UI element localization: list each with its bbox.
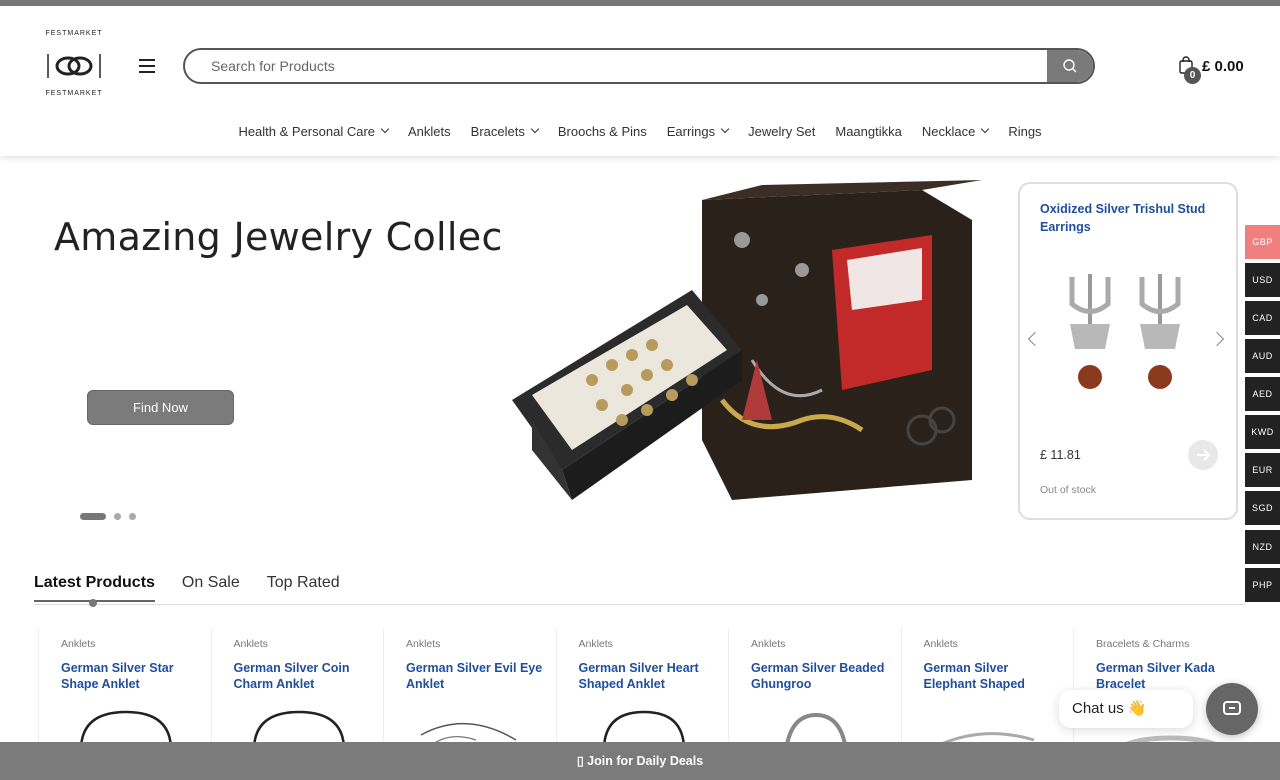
nav-label: Broochs & Pins	[557, 123, 647, 139]
search-input[interactable]	[185, 50, 1047, 82]
envelope-icon: ▯	[576, 754, 588, 768]
cart-count-badge: 0	[1184, 67, 1201, 84]
nav-label: Necklace	[921, 123, 976, 139]
nav-label: Rings	[1008, 123, 1042, 139]
menu-icon[interactable]	[139, 59, 157, 73]
logo-bottom-text: FESTMARKET	[45, 90, 103, 97]
nav-item-jewelry-set[interactable]: Jewelry Set	[738, 120, 825, 142]
product-name[interactable]: German Silver Star Shape Anklet	[61, 660, 201, 692]
currency-aed[interactable]: AED	[1245, 377, 1280, 411]
currency-gbp[interactable]: GBP	[1245, 225, 1280, 259]
nav-item-bracelets[interactable]: Bracelets	[461, 120, 548, 142]
nav-label: Anklets	[408, 123, 451, 139]
featured-product-card: Oxidized Silver Trishul Stud Earrings £ …	[1018, 182, 1238, 520]
tab-top-rated[interactable]: Top Rated	[267, 574, 340, 602]
chat-icon	[1223, 701, 1241, 715]
hero-title: Amazing Jewelry Collection	[54, 215, 577, 259]
product-category: Anklets	[578, 638, 613, 650]
search-icon	[1063, 59, 1077, 73]
chevron-left-icon[interactable]	[1027, 331, 1043, 347]
nav-item-rings[interactable]: Rings	[998, 120, 1051, 142]
cart-button[interactable]: 0 £ 0.00	[1178, 56, 1244, 84]
slider-dot-3[interactable]	[129, 513, 136, 520]
trishul-earrings-image	[1069, 274, 1181, 389]
find-now-button[interactable]: Find Now	[87, 390, 234, 425]
site-header: FESTMARKET FESTMARKET 0 £ 0.00	[0, 6, 1280, 156]
active-tab-marker	[89, 599, 97, 607]
currency-kwd[interactable]: KWD	[1245, 415, 1280, 449]
product-category: Bracelets & Charms	[1096, 638, 1190, 650]
shopping-bag-icon: 0	[1178, 56, 1201, 84]
product-name[interactable]: German Silver Beaded Ghungroo	[751, 660, 891, 692]
tab-latest-products[interactable]: Latest Products	[34, 574, 155, 602]
nav-item-necklace[interactable]: Necklace	[912, 120, 998, 142]
product-name[interactable]: German Silver Heart Shaped Anklet	[579, 660, 719, 692]
slider-dots	[80, 513, 136, 520]
chevron-down-icon	[981, 124, 990, 134]
nav-item-anklets[interactable]: Anklets	[398, 120, 461, 142]
product-category: Anklets	[406, 638, 441, 650]
product-category: Anklets	[923, 638, 958, 650]
currency-eur[interactable]: EUR	[1245, 453, 1280, 487]
slider-dot-1[interactable]	[80, 513, 106, 520]
chevron-down-icon	[380, 124, 390, 134]
hero-jewelry-box-image	[502, 180, 988, 530]
currency-sgd[interactable]: SGD	[1245, 491, 1280, 525]
search-bar	[183, 48, 1095, 84]
currency-cad[interactable]: CAD	[1245, 301, 1280, 335]
chat-bubble[interactable]: Chat us 👋	[1059, 690, 1193, 728]
currency-nzd[interactable]: NZD	[1245, 530, 1280, 564]
nav-label: Earrings	[666, 123, 716, 139]
chat-button[interactable]	[1206, 683, 1258, 735]
daily-deals-label: Join for Daily Deals	[587, 754, 704, 768]
logo-top-text: FESTMARKET	[45, 30, 103, 37]
featured-product-price: £ 11.81	[1040, 448, 1081, 462]
nav-label: Bracelets	[470, 123, 525, 139]
product-category: Anklets	[61, 638, 96, 650]
product-category: Anklets	[233, 638, 268, 650]
nav-label: Maangtikka	[835, 123, 902, 139]
nav-item-maangtikka[interactable]: Maangtikka	[825, 120, 911, 142]
product-name[interactable]: German Silver Elephant Shaped	[924, 660, 1064, 692]
chevron-down-icon	[530, 124, 540, 134]
product-name[interactable]: German Silver Kada Bracelet	[1096, 660, 1236, 692]
nav-label: Health & Personal Care	[238, 123, 376, 139]
slider-dot-2[interactable]	[114, 513, 121, 520]
nav-item-brooches-pins[interactable]: Broochs & Pins	[548, 120, 657, 142]
currency-php[interactable]: PHP	[1245, 568, 1280, 602]
currency-aud[interactable]: AUD	[1245, 339, 1280, 373]
product-category: Anklets	[751, 638, 786, 650]
tabs-divider	[34, 604, 1245, 605]
nav-label: Jewelry Set	[748, 123, 816, 139]
cart-total: £ 0.00	[1202, 57, 1244, 75]
chevron-down-icon	[720, 124, 730, 134]
product-tabs: Latest Products On Sale Top Rated	[34, 574, 367, 602]
search-button[interactable]	[1047, 50, 1093, 82]
nav-item-health-personal-care[interactable]: Health & Personal Care	[228, 120, 398, 142]
main-nav: Health & Personal Care Anklets Bracelets…	[0, 120, 1280, 142]
featured-product-stock: Out of stock	[1040, 484, 1097, 496]
featured-product-title[interactable]: Oxidized Silver Trishul Stud Earrings	[1040, 200, 1220, 236]
currency-usd[interactable]: USD	[1245, 263, 1280, 297]
product-name[interactable]: German Silver Coin Charm Anklet	[234, 660, 374, 692]
daily-deals-bar[interactable]: ▯ Join for Daily Deals	[0, 742, 1280, 780]
site-logo[interactable]: FESTMARKET FESTMARKET	[38, 24, 110, 108]
nav-item-earrings[interactable]: Earrings	[657, 120, 738, 142]
arrow-right-icon[interactable]	[1188, 440, 1218, 470]
product-name[interactable]: German Silver Evil Eye Anklet	[406, 660, 546, 692]
tab-on-sale[interactable]: On Sale	[182, 574, 240, 602]
chevron-right-icon[interactable]	[1209, 331, 1225, 347]
